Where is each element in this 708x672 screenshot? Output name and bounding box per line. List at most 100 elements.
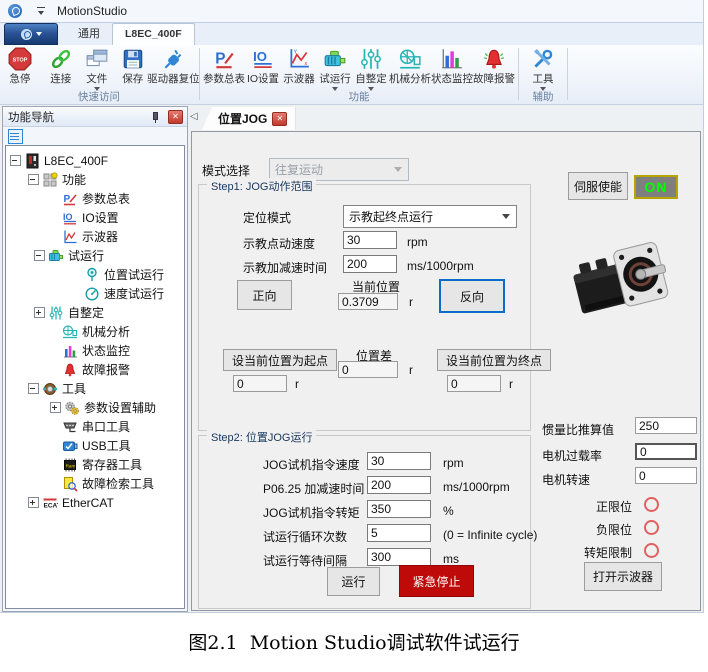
tree-item-fault-search-tool[interactable]: 故障检索工具 [6,474,184,493]
jog-cmd-speed-label: JOG试机指令速度 [263,458,360,472]
separator [518,48,519,100]
list-view-icon[interactable] [8,128,23,144]
collapse-icon[interactable] [28,383,39,394]
flywheel-machine-icon [62,324,78,338]
mechanical-analysis-button[interactable]: 机械分析 [389,47,431,86]
tree-item-trial-run[interactable]: 试运行 [6,246,184,265]
separator [199,48,200,100]
tree-item-io-settings[interactable]: IO IO设置 [6,208,184,227]
teach-accel-input[interactable] [343,255,397,273]
jog-cmd-speed-input[interactable] [367,452,431,470]
expand-icon[interactable] [28,497,39,508]
ribbon-tab-l8ec-400f[interactable]: L8EC_400F [112,23,195,45]
expand-icon[interactable] [34,307,45,318]
set-end-button[interactable]: 设当前位置为终点 [437,349,551,371]
tree-item-speed-trial-run[interactable]: 速度试运行 [6,284,184,303]
navigation-toolbar [3,127,187,145]
file-menu-button[interactable]: 文件 [79,47,115,91]
collapse-icon[interactable] [34,250,45,261]
io-icon: IO [253,49,272,69]
status-monitor-button[interactable]: 状态监控 [431,47,473,86]
tree-item-parameter-assist[interactable]: 参数设置辅助 [6,398,184,417]
svg-text:Y: Y [294,50,298,56]
title-bar: MotionStudio [0,0,703,23]
reverse-button[interactable]: 反向 [439,279,505,313]
tree-item-serial-tool[interactable]: 串口工具 [6,417,184,436]
file-windows-icon [86,49,108,67]
tree-item-usb-tool[interactable]: USB工具 [6,436,184,455]
tree-item-oscilloscope[interactable]: 示波器 [6,227,184,246]
p0625-accel-input[interactable] [367,476,431,494]
ribbon-tab-general[interactable]: 通用 [66,24,112,45]
tab-scroll-left-icon[interactable] [190,111,200,123]
tree-item-parameter-list[interactable]: P 参数总表 [6,189,184,208]
estop-button[interactable]: STOP 急停 [2,47,38,86]
tree-item-status-monitor[interactable]: 状态监控 [6,341,184,360]
scope-chart-icon: Y x [290,49,309,68]
ribbon-group-label: 辅助 [532,91,554,103]
ribbon-group-quick-access: STOP 急停 连接 文件 保存 驱动器复位 快速访问 [0,45,200,104]
open-scope-button[interactable]: 打开示波器 [584,562,662,591]
application-menu-button[interactable] [4,23,58,45]
tree-item-tools[interactable]: 工具 [6,379,184,398]
run-button[interactable]: 运行 [327,567,380,596]
tree-item-register-tool[interactable]: Ram 寄存器工具 [6,455,184,474]
tab-close-icon[interactable] [272,111,288,126]
tree-item-fault-alarm[interactable]: 故障报警 [6,360,184,379]
parameter-list-button[interactable]: P 参数总表 [203,47,245,86]
teach-jog-speed-input[interactable] [343,231,397,249]
teach-accel-label: 示教加减速时间 [243,261,328,275]
forward-button[interactable]: 正向 [237,280,292,310]
svg-text:x: x [304,61,307,67]
link-icon [51,49,70,69]
drive-icon [26,153,39,168]
svg-text:ECAT: ECAT [44,502,59,509]
fault-alarm-button[interactable]: 故障报警 [473,47,515,86]
tree-item-position-trial-run[interactable]: 位置试运行 [6,265,184,284]
location-pin-icon [87,267,97,281]
set-start-button[interactable]: 设当前位置为起点 [223,349,337,371]
tree-item-ethercat[interactable]: ECAT EtherCAT [6,493,184,512]
trial-run-button[interactable]: 试运行 [317,47,353,91]
torque-limit-label: 转矩限制 [583,546,632,560]
servo-enable-button[interactable]: 伺服使能 [568,172,628,200]
quick-access-customize-icon[interactable] [36,6,47,16]
jog-cmd-torque-input[interactable] [367,500,431,518]
p0625-accel-unit: ms/1000rpm [443,480,510,494]
cycle-count-unit: (0 = Infinite cycle) [443,528,538,542]
save-button[interactable]: 保存 [115,47,151,86]
navigation-panel: 功能导航 L8EC_400F [2,106,188,612]
collapse-icon[interactable] [28,174,39,185]
tree-item-auto-tuning[interactable]: 自整定 [6,303,184,322]
cycle-count-input[interactable] [367,524,431,542]
tools-menu-button[interactable]: 工具 [525,47,561,91]
pin-icon[interactable] [149,111,160,123]
emergency-stop-button[interactable]: 紧急停止 [399,565,474,597]
expand-icon[interactable] [50,402,61,413]
connect-button[interactable]: 连接 [43,47,79,86]
drive-reset-button[interactable]: 驱动器复位 [147,47,200,86]
parameter-p-icon: P [215,50,234,69]
close-icon[interactable] [168,109,183,124]
oscilloscope-button[interactable]: Y x 示波器 [281,47,317,86]
auto-tuning-button[interactable]: 自整定 [353,47,389,91]
svg-text:Ram: Ram [66,463,76,468]
positive-limit-label: 正限位 [595,500,632,514]
document-tab-bar: 位置JOG [188,106,703,130]
start-position-field: 0 [233,375,287,392]
tab-position-jog[interactable]: 位置JOG [202,107,296,130]
tree-item-l8ec-400f[interactable]: L8EC_400F [6,151,184,170]
teach-jog-speed-label: 示教点动速度 [243,237,316,251]
io-settings-button[interactable]: IO IO设置 [245,47,281,86]
position-diff-unit: r [409,363,413,377]
positioning-mode-select[interactable]: 示教起终点运行 [343,205,517,228]
chevron-down-icon [394,167,402,172]
collapse-icon[interactable] [10,155,21,166]
tree-item-mechanical-analysis[interactable]: 机械分析 [6,322,184,341]
inertia-ratio-label: 惯量比推算值 [542,423,615,437]
negative-limit-label: 负限位 [595,523,632,537]
step2-title: Step2: 位置JOG运行 [207,429,317,445]
teach-accel-unit: ms/1000rpm [407,259,474,273]
wait-interval-input[interactable] [367,548,431,566]
tree-item-functions[interactable]: 功能 [6,170,184,189]
